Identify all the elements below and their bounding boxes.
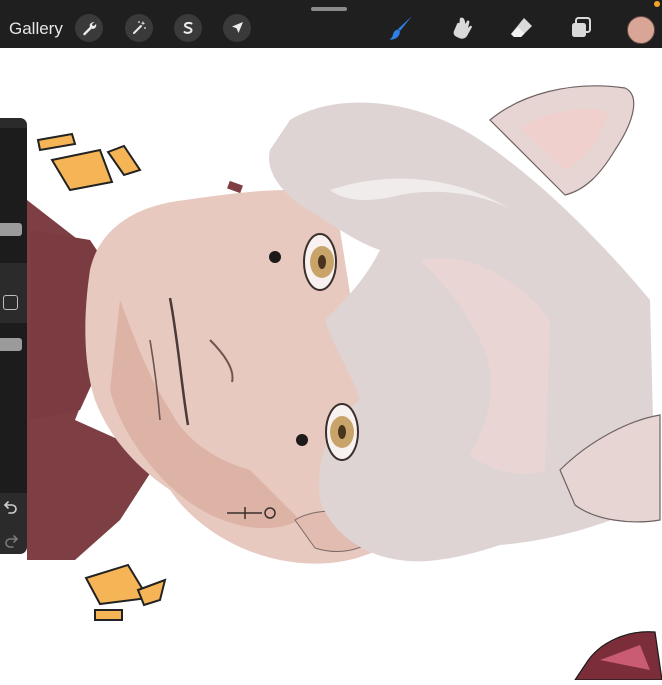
adjustments-button[interactable] <box>125 14 153 42</box>
smudge-icon <box>453 17 472 39</box>
actions-button[interactable] <box>75 14 103 42</box>
selection-button[interactable] <box>174 14 202 42</box>
brush-size-slider[interactable] <box>0 128 27 263</box>
color-picker-button[interactable] <box>627 16 655 44</box>
transform-button[interactable] <box>223 14 251 42</box>
brush-opacity-thumb[interactable] <box>0 338 22 351</box>
gallery-button[interactable]: Gallery <box>9 19 63 39</box>
cat-boy-artwork <box>27 85 662 681</box>
brush-sidebar <box>0 118 27 554</box>
eraser-tool[interactable] <box>507 13 537 43</box>
drawing-canvas[interactable] <box>0 48 662 681</box>
drag-handle[interactable] <box>311 7 347 11</box>
transform-arrow-icon <box>232 22 243 33</box>
redo-icon[interactable] <box>3 532 19 548</box>
status-indicator-dot <box>654 1 660 7</box>
top-toolbar: Gallery <box>0 0 662 48</box>
layers-button[interactable] <box>566 13 596 43</box>
selection-s-icon <box>183 21 193 34</box>
eyedropper-button[interactable] <box>3 295 18 310</box>
eraser-icon <box>511 18 532 37</box>
brush-icon <box>389 16 412 40</box>
smudge-tool[interactable] <box>447 13 477 43</box>
magic-wand-icon <box>133 21 146 34</box>
brush-size-thumb[interactable] <box>0 223 22 236</box>
undo-icon[interactable] <box>3 498 19 514</box>
layers-icon <box>572 17 591 37</box>
brush-tool[interactable] <box>386 13 416 43</box>
wrench-icon <box>83 22 97 36</box>
